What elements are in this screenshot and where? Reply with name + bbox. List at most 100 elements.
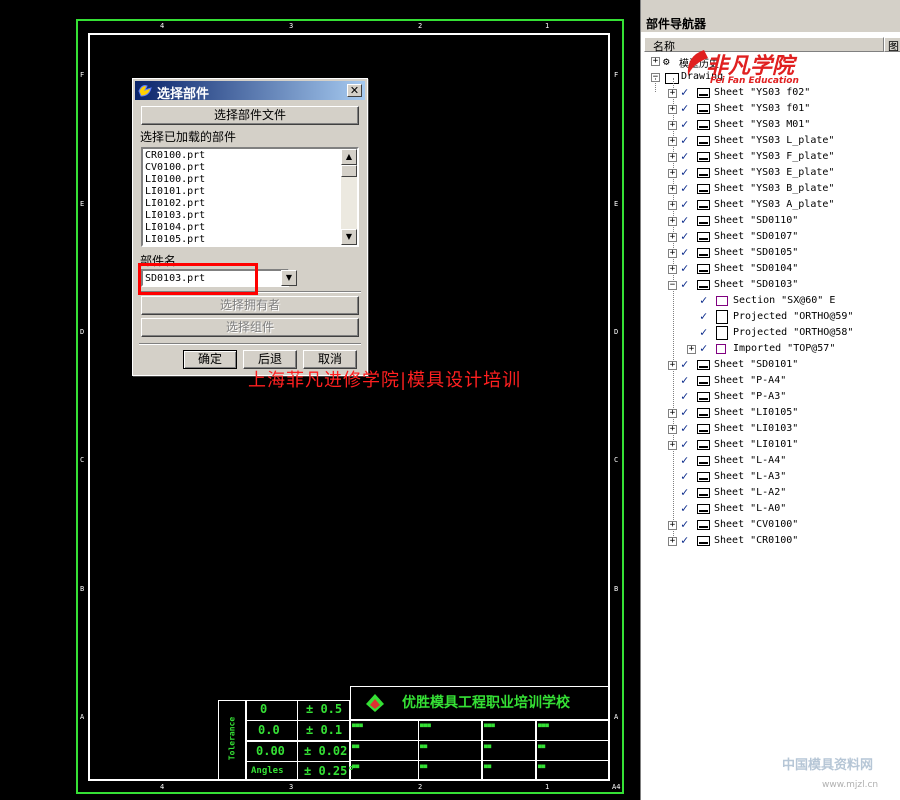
zone-marker-left: F	[80, 71, 85, 79]
expand-icon[interactable]: +	[668, 185, 677, 194]
site-watermark: 中国模具资料网	[782, 758, 874, 773]
zone-marker-right: D	[614, 328, 619, 336]
sheet-icon	[697, 360, 710, 370]
expand-icon[interactable]: +	[668, 137, 677, 146]
select-part-dialog[interactable]: 选择部件 ✕ 选择部件文件 选择已加载的部件 CR0100.prt CV0100.…	[132, 78, 368, 376]
list-item[interactable]: LI0100.prt	[145, 174, 341, 186]
expand-icon[interactable]: +	[651, 57, 660, 66]
close-icon: ✕	[349, 84, 360, 97]
checkmark-icon[interactable]: ✓	[700, 325, 707, 339]
tol-band-3: ± 0.25°	[304, 764, 355, 778]
close-button[interactable]: ✕	[347, 84, 362, 97]
expand-icon[interactable]: +	[668, 233, 677, 242]
expand-icon[interactable]: +	[668, 169, 677, 178]
scroll-up-button[interactable]: ▲	[341, 149, 357, 165]
expand-icon[interactable]: +	[668, 153, 677, 162]
checkmark-icon[interactable]: ✓	[681, 421, 688, 435]
checkmark-icon[interactable]: ✓	[681, 229, 688, 243]
sheet-size-label: A4	[612, 783, 621, 791]
scroll-thumb[interactable]	[341, 165, 357, 177]
expand-icon[interactable]: +	[668, 201, 677, 210]
sheet-icon	[697, 456, 710, 466]
checkmark-icon[interactable]: ✓	[681, 485, 688, 499]
checkmark-icon[interactable]: ✓	[700, 293, 707, 307]
checkmark-icon[interactable]: ✓	[681, 437, 688, 451]
checkmark-icon[interactable]: ✓	[681, 101, 688, 115]
list-item[interactable]: SD0100.prt	[145, 246, 341, 247]
checkmark-icon[interactable]: ✓	[681, 165, 688, 179]
zone-marker-right: A	[614, 713, 619, 721]
checkmark-icon[interactable]: ✓	[681, 453, 688, 467]
chevron-down-icon: ▼	[285, 273, 293, 282]
checkmark-icon[interactable]: ✓	[681, 149, 688, 163]
tol-value-0: 0	[260, 702, 268, 716]
list-item[interactable]: LI0103.prt	[145, 210, 341, 222]
sheet-icon	[697, 104, 710, 114]
tolerance-label: Tolerance	[227, 716, 237, 761]
expand-icon[interactable]: +	[668, 409, 677, 418]
sheet-icon	[697, 392, 710, 402]
list-item[interactable]: CV0100.prt	[145, 162, 341, 174]
tree-item-label: Sheet "SD0103"	[714, 279, 799, 290]
checkmark-icon[interactable]: ✓	[681, 277, 688, 291]
checkmark-icon[interactable]: ✓	[681, 197, 688, 211]
zone-marker-bottom: 4	[160, 783, 165, 791]
expand-icon[interactable]: +	[668, 265, 677, 274]
expand-icon[interactable]: +	[668, 425, 677, 434]
checkmark-icon[interactable]: ✓	[681, 373, 688, 387]
expand-icon[interactable]: +	[668, 105, 677, 114]
tree-item-label: Section "SX@60" E	[733, 295, 836, 306]
select-component-button[interactable]: 选择组件	[141, 318, 359, 337]
sheet-icon	[697, 472, 710, 482]
list-item[interactable]: LI0102.prt	[145, 198, 341, 210]
column-header-layer[interactable]: 图层	[884, 37, 900, 52]
ok-button[interactable]: 确定	[183, 350, 237, 369]
checkmark-icon[interactable]: ✓	[681, 533, 688, 547]
collapse-icon[interactable]: −	[668, 281, 677, 290]
list-item[interactable]: LI0104.prt	[145, 222, 341, 234]
checkmark-icon[interactable]: ✓	[681, 117, 688, 131]
expand-icon[interactable]: +	[668, 537, 677, 546]
list-item[interactable]: LI0105.prt	[145, 234, 341, 245]
part-name-dropdown-button[interactable]: ▼	[281, 270, 297, 286]
checkmark-icon[interactable]: ✓	[681, 213, 688, 227]
scroll-down-button[interactable]: ▼	[341, 229, 357, 245]
checkmark-icon[interactable]: ✓	[681, 261, 688, 275]
list-item[interactable]: LI0101.prt	[145, 186, 341, 198]
expand-icon[interactable]: +	[687, 345, 696, 354]
expand-icon[interactable]: +	[668, 521, 677, 530]
checkmark-icon[interactable]: ✓	[681, 405, 688, 419]
select-part-file-button[interactable]: 选择部件文件	[141, 106, 359, 125]
section-view-icon	[716, 296, 728, 306]
tree-item-label: Sheet "YS03 L_plate"	[714, 135, 835, 146]
checkmark-icon[interactable]: ✓	[681, 389, 688, 403]
checkmark-icon[interactable]: ✓	[681, 133, 688, 147]
checkmark-icon[interactable]: ✓	[700, 309, 707, 323]
list-item[interactable]: CR0100.prt	[145, 150, 341, 162]
checkmark-icon[interactable]: ✓	[700, 341, 707, 355]
part-navigator[interactable]: 部件导航器 名称 图层 + ⚙ 模型历史 − Drawing +✓Sheet "…	[640, 0, 900, 800]
checkmark-icon[interactable]: ✓	[681, 501, 688, 515]
tree-item-label: Sheet "LI0105"	[714, 407, 799, 418]
tree-item-label: Sheet "CR0100"	[714, 535, 799, 546]
loaded-parts-list[interactable]: CR0100.prt CV0100.prt LI0100.prt LI0101.prt…	[141, 147, 359, 247]
checkmark-icon[interactable]: ✓	[681, 357, 688, 371]
zone-marker-left: A	[80, 713, 85, 721]
select-owner-button[interactable]: 选择拥有者	[141, 296, 359, 315]
checkmark-icon[interactable]: ✓	[681, 245, 688, 259]
expand-icon[interactable]: +	[668, 121, 677, 130]
expand-icon[interactable]: +	[668, 441, 677, 450]
checkmark-icon[interactable]: ✓	[681, 469, 688, 483]
checkmark-icon[interactable]: ✓	[681, 181, 688, 195]
list-scrollbar[interactable]: ▲ ▼	[341, 149, 357, 245]
title-block: Tolerance 0 ± 0.5 0.0 ± 0.1 0.00 ± 0.02 …	[218, 686, 610, 781]
dialog-title-bar[interactable]: 选择部件 ✕	[135, 81, 365, 102]
expand-icon[interactable]: +	[668, 89, 677, 98]
zone-marker-left: D	[80, 328, 85, 336]
tree-item-label: Imported "TOP@57"	[733, 343, 836, 354]
expand-icon[interactable]: +	[668, 217, 677, 226]
expand-icon[interactable]: +	[668, 361, 677, 370]
checkmark-icon[interactable]: ✓	[681, 517, 688, 531]
expand-icon[interactable]: +	[668, 249, 677, 258]
tree-item-label: Sheet "L-A4"	[714, 455, 787, 466]
